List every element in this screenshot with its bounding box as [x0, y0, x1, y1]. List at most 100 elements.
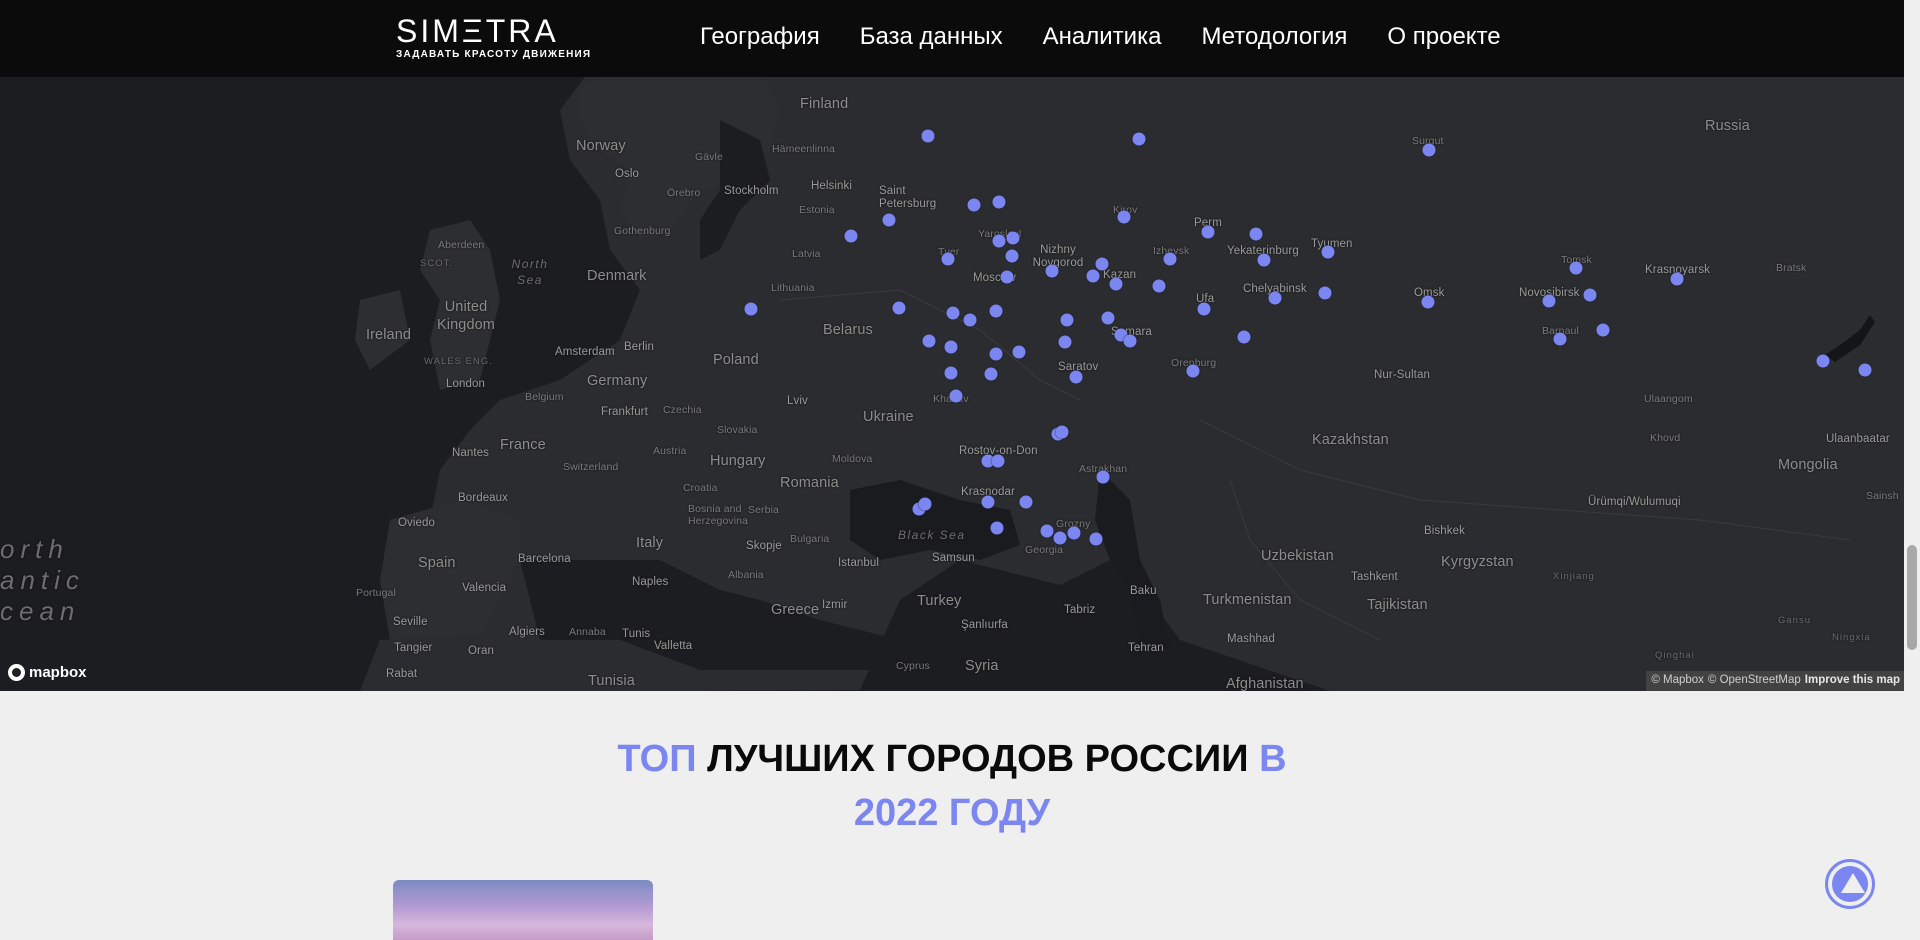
city-marker[interactable] — [1201, 225, 1215, 239]
map-label-amsterdam: Amsterdam — [555, 346, 615, 358]
map-label-algiers: Algiers — [509, 626, 545, 638]
city-marker[interactable] — [1096, 470, 1110, 484]
city-marker[interactable] — [1123, 334, 1137, 348]
city-card-image[interactable] — [393, 880, 653, 940]
map-label-serbia: Serbia — [748, 504, 779, 516]
city-marker[interactable] — [1569, 261, 1583, 275]
city-marker[interactable] — [1321, 245, 1335, 259]
city-marker[interactable] — [946, 306, 960, 320]
city-map[interactable]: Finland Norway Russia Denmark United Kin… — [0, 0, 1904, 691]
city-marker[interactable] — [844, 229, 858, 243]
city-marker[interactable] — [1858, 363, 1872, 377]
map-label-oslo: Oslo — [615, 168, 640, 180]
city-marker[interactable] — [991, 454, 1005, 468]
city-marker[interactable] — [1060, 313, 1074, 327]
city-marker[interactable] — [1422, 143, 1436, 157]
scroll-to-top-button[interactable] — [1825, 859, 1875, 909]
city-marker[interactable] — [1000, 270, 1014, 284]
map-label-izmir: Izmir — [822, 599, 848, 611]
map-label-sanliurfa: Şanlıurfa — [961, 619, 1008, 631]
nav-methodology[interactable]: Методология — [1201, 23, 1347, 51]
city-marker[interactable] — [963, 313, 977, 327]
city-marker[interactable] — [1186, 364, 1200, 378]
city-marker[interactable] — [1132, 132, 1146, 146]
city-marker[interactable] — [1109, 277, 1123, 291]
city-marker[interactable] — [981, 495, 995, 509]
city-marker[interactable] — [744, 302, 758, 316]
site-logo[interactable]: SIMΞTRA ЗАДАВАТЬ КРАСОТУ ДВИЖЕНИЯ — [396, 14, 591, 60]
city-marker[interactable] — [1152, 279, 1166, 293]
city-marker[interactable] — [1012, 345, 1026, 359]
mapbox-logo[interactable]: mapbox — [8, 664, 87, 681]
city-marker[interactable] — [1045, 264, 1059, 278]
city-marker[interactable] — [1249, 227, 1263, 241]
map-label-qinghai: Qinghai — [1655, 650, 1695, 661]
city-marker[interactable] — [1117, 210, 1131, 224]
city-marker[interactable] — [990, 521, 1004, 535]
map-label-austria: Austria — [653, 445, 687, 457]
city-marker[interactable] — [949, 389, 963, 403]
map-label-gothenburg: Gothenburg — [614, 225, 671, 237]
city-marker[interactable] — [1019, 495, 1033, 509]
city-marker[interactable] — [1067, 526, 1081, 540]
city-marker[interactable] — [967, 198, 981, 212]
section-title: ТОП ЛУЧШИХ ГОРОДОВ РОССИИ В 2022 ГОДУ — [0, 732, 1904, 840]
city-marker[interactable] — [1596, 323, 1610, 337]
city-marker[interactable] — [944, 340, 958, 354]
city-marker[interactable] — [944, 366, 958, 380]
map-label-ocean-2: antic — [0, 565, 85, 595]
city-marker[interactable] — [1197, 302, 1211, 316]
nav-analytics[interactable]: Аналитика — [1043, 23, 1162, 51]
attribution-mapbox-link[interactable]: © Mapbox — [1651, 674, 1704, 691]
map-label-stockholm: Stockholm — [724, 185, 779, 197]
city-marker[interactable] — [1086, 269, 1100, 283]
city-marker[interactable] — [1005, 249, 1019, 263]
attribution-osm-link[interactable]: © OpenStreetMap — [1708, 674, 1801, 691]
city-marker[interactable] — [992, 195, 1006, 209]
map-label-hungary: Hungary — [710, 453, 766, 469]
site-header: SIMΞTRA ЗАДАВАТЬ КРАСОТУ ДВИЖЕНИЯ Геогра… — [0, 0, 1904, 77]
city-marker[interactable] — [989, 347, 1003, 361]
city-marker[interactable] — [1163, 252, 1177, 266]
city-marker[interactable] — [1257, 253, 1271, 267]
city-marker[interactable] — [992, 234, 1006, 248]
nav-database[interactable]: База данных — [860, 23, 1003, 51]
city-marker[interactable] — [1089, 532, 1103, 546]
scrollbar-thumb[interactable] — [1907, 545, 1917, 650]
city-marker[interactable] — [892, 301, 906, 315]
city-marker[interactable] — [1318, 286, 1332, 300]
city-marker[interactable] — [1553, 332, 1567, 346]
city-marker[interactable] — [1069, 370, 1083, 384]
improve-map-link[interactable]: Improve this map — [1805, 674, 1900, 691]
city-marker[interactable] — [1268, 291, 1282, 305]
city-marker[interactable] — [1006, 231, 1020, 245]
city-marker[interactable] — [984, 367, 998, 381]
city-marker[interactable] — [918, 497, 932, 511]
map-label-syria: Syria — [965, 658, 999, 674]
city-marker[interactable] — [1040, 524, 1054, 538]
city-marker[interactable] — [989, 304, 1003, 318]
city-marker[interactable] — [1055, 425, 1069, 439]
city-marker[interactable] — [1095, 257, 1109, 271]
map-label-bishkek: Bishkek — [1424, 525, 1465, 537]
map-label-finland: Finland — [800, 96, 849, 112]
city-marker[interactable] — [921, 129, 935, 143]
city-marker[interactable] — [1816, 354, 1830, 368]
city-marker[interactable] — [1058, 335, 1072, 349]
map-label-ireland: Ireland — [366, 327, 412, 343]
nav-about[interactable]: О проекте — [1387, 23, 1500, 51]
city-marker[interactable] — [922, 334, 936, 348]
map-label-lithuania: Lithuania — [771, 282, 815, 294]
city-marker[interactable] — [1583, 288, 1597, 302]
city-marker[interactable] — [1237, 330, 1251, 344]
nav-geography[interactable]: География — [700, 23, 820, 51]
title-part-top: ТОП — [617, 738, 697, 780]
page-scrollbar[interactable] — [1904, 0, 1920, 940]
city-marker[interactable] — [1101, 311, 1115, 325]
city-marker[interactable] — [1421, 295, 1435, 309]
city-marker[interactable] — [1542, 294, 1556, 308]
city-marker[interactable] — [1053, 531, 1067, 545]
city-marker[interactable] — [882, 213, 896, 227]
city-marker[interactable] — [1670, 272, 1684, 286]
city-marker[interactable] — [941, 252, 955, 266]
